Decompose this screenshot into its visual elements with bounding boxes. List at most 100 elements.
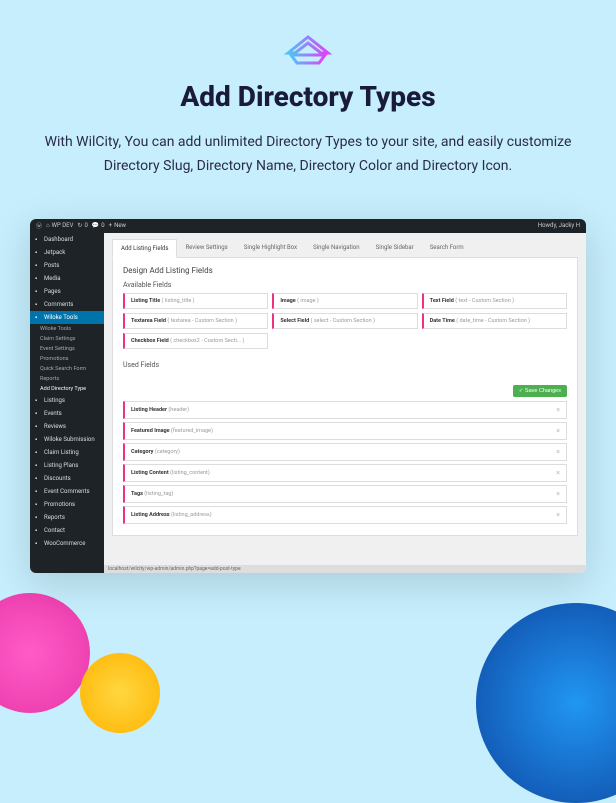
sidebar-item-reviews[interactable]: ▪Reviews <box>30 420 104 433</box>
sidebar-item-label: Reviews <box>44 423 66 430</box>
sidebar-item-label: Media <box>44 275 61 282</box>
used-fields-label: Used Fields <box>123 361 159 369</box>
sidebar-item-contact[interactable]: ▪Contact <box>30 524 104 537</box>
sidebar-item-label: Comments <box>44 301 73 308</box>
sidebar-item-label: Wiloke Tools <box>44 314 78 321</box>
list-icon: ▪ <box>35 397 41 403</box>
close-icon[interactable]: × <box>556 406 560 414</box>
sidebar-item-wiloke-submission[interactable]: ▪Wiloke Submission <box>30 433 104 446</box>
tab-search-form[interactable]: Search Form <box>422 239 472 257</box>
boat-icon <box>283 35 333 65</box>
decor-pink-blob <box>0 593 90 713</box>
close-icon[interactable]: × <box>556 448 560 456</box>
decor-blue-blob <box>476 603 616 803</box>
mail-icon: ▪ <box>35 527 41 533</box>
tabs-nav: Add Listing FieldsReview SettingsSingle … <box>112 239 578 258</box>
sidebar-item-jetpack[interactable]: ▪Jetpack <box>30 246 104 259</box>
sidebar-sub-claim-settings[interactable]: Claim Settings <box>30 334 104 344</box>
sidebar-sub-add-directory-type[interactable]: Add Directory Type <box>30 384 104 394</box>
rep-icon: ▪ <box>35 514 41 520</box>
sidebar-item-event-comments[interactable]: ▪Event Comments <box>30 485 104 498</box>
close-icon[interactable]: × <box>556 469 560 477</box>
sidebar-item-label: Contact <box>44 527 65 534</box>
used-field-item[interactable]: Tags (listing_tag)× <box>123 485 567 503</box>
sidebar-item-pages[interactable]: ▪Pages <box>30 285 104 298</box>
main-content: Add Listing FieldsReview SettingsSingle … <box>104 233 586 573</box>
available-field-card[interactable]: Image ( image ) <box>272 293 417 309</box>
design-heading: Design Add Listing Fields <box>123 266 567 275</box>
close-icon[interactable]: × <box>556 511 560 519</box>
used-field-item[interactable]: Listing Address (listing_address)× <box>123 506 567 524</box>
sidebar-item-listings[interactable]: ▪Listings <box>30 394 104 407</box>
available-fields-label: Available Fields <box>123 281 567 289</box>
sidebar-item-label: Dashboard <box>44 236 73 243</box>
page-icon: ▪ <box>35 288 41 294</box>
sidebar-item-dashboard[interactable]: ▪Dashboard <box>30 233 104 246</box>
tab-single-highlight-box[interactable]: Single Highlight Box <box>236 239 305 257</box>
sidebar-item-claim-listing[interactable]: ▪Claim Listing <box>30 446 104 459</box>
sidebar-item-label: Listing Plans <box>44 462 78 469</box>
sidebar-item-listing-plans[interactable]: ▪Listing Plans <box>30 459 104 472</box>
sidebar-sub-event-settings[interactable]: Event Settings <box>30 344 104 354</box>
wp-adminbar: ⓦ ⌂ WP DEV ↻ 0 💬 0 + New Howdy, Jacky H <box>30 219 586 233</box>
tab-single-navigation[interactable]: Single Navigation <box>305 239 368 257</box>
available-fields-grid: Listing Title ( listing_title )Image ( i… <box>123 293 567 349</box>
close-icon[interactable]: × <box>556 490 560 498</box>
wp-sidebar: ▪Dashboard▪Jetpack▪Posts▪Media▪Pages▪Com… <box>30 233 104 573</box>
hero-title: Add Directory Types <box>30 80 586 113</box>
sidebar-item-wiloke-tools[interactable]: ▪Wiloke Tools <box>30 311 104 324</box>
tab-single-sidebar[interactable]: Single Sidebar <box>368 239 422 257</box>
sidebar-item-woocommerce[interactable]: ▪WooCommerce <box>30 537 104 550</box>
tools-icon: ▪ <box>35 314 41 320</box>
sidebar-sub-promotions[interactable]: Promotions <box>30 354 104 364</box>
hero-subtitle: With WilCity, You can add unlimited Dire… <box>38 131 578 179</box>
sidebar-item-label: Listings <box>44 397 65 404</box>
close-icon[interactable]: × <box>556 427 560 435</box>
sidebar-item-label: Events <box>44 410 62 417</box>
howdy-link[interactable]: Howdy, Jacky H <box>538 222 580 229</box>
sidebar-item-discounts[interactable]: ▪Discounts <box>30 472 104 485</box>
disc-icon: ▪ <box>35 475 41 481</box>
decor-yellow-blob <box>80 653 160 733</box>
available-field-card[interactable]: Date Time ( date_time - Custom Section ) <box>422 313 567 329</box>
available-field-card[interactable]: Textarea Field ( textarea - Custom Secti… <box>123 313 268 329</box>
used-field-item[interactable]: Category (category)× <box>123 443 567 461</box>
sidebar-sub-reports[interactable]: Reports <box>30 374 104 384</box>
sidebar-item-media[interactable]: ▪Media <box>30 272 104 285</box>
sidebar-item-reports[interactable]: ▪Reports <box>30 511 104 524</box>
screenshot-wrapper: ⓦ ⌂ WP DEV ↻ 0 💬 0 + New Howdy, Jacky H … <box>30 219 586 573</box>
site-link[interactable]: ⌂ WP DEV <box>46 222 73 229</box>
star-icon: ▪ <box>35 423 41 429</box>
comments-link[interactable]: 💬 0 <box>92 222 105 229</box>
tab-review-settings[interactable]: Review Settings <box>177 239 235 257</box>
new-link[interactable]: + New <box>109 222 126 229</box>
sidebar-item-events[interactable]: ▪Events <box>30 407 104 420</box>
used-field-item[interactable]: Listing Header (header)× <box>123 401 567 419</box>
sidebar-item-label: Wiloke Submission <box>44 436 95 443</box>
sidebar-item-posts[interactable]: ▪Posts <box>30 259 104 272</box>
sidebar-item-label: WooCommerce <box>44 540 85 547</box>
used-field-item[interactable]: Listing Content (listing_content)× <box>123 464 567 482</box>
claim-icon: ▪ <box>35 449 41 455</box>
available-field-card[interactable]: Listing Title ( listing_title ) <box>123 293 268 309</box>
available-field-card[interactable]: Checkbox Field ( checkbox2 - Custom Sect… <box>123 333 268 349</box>
hero-section: Add Directory Types With WilCity, You ca… <box>0 0 616 199</box>
sidebar-item-comments[interactable]: ▪Comments <box>30 298 104 311</box>
dash-icon: ▪ <box>35 236 41 242</box>
available-field-card[interactable]: Select Field ( select - Custom Section ) <box>272 313 417 329</box>
updates-link[interactable]: ↻ 0 <box>77 222 87 229</box>
sidebar-sub-quick-search-form[interactable]: Quick Search Form <box>30 364 104 374</box>
woo-icon: ▪ <box>35 540 41 546</box>
sidebar-item-label: Event Comments <box>44 488 90 495</box>
sidebar-item-label: Posts <box>44 262 59 269</box>
tab-add-listing-fields[interactable]: Add Listing Fields <box>112 239 177 258</box>
available-field-card[interactable]: Text Field ( text - Custom Section ) <box>422 293 567 309</box>
ec-icon: ▪ <box>35 488 41 494</box>
sidebar-item-promotions[interactable]: ▪Promotions <box>30 498 104 511</box>
used-field-item[interactable]: Featured Image (featured_image)× <box>123 422 567 440</box>
save-changes-button[interactable]: ✓ Save Changes <box>513 385 567 397</box>
sidebar-sub-wiloke-tools[interactable]: Wiloke Tools <box>30 324 104 334</box>
sidebar-item-label: Claim Listing <box>44 449 79 456</box>
wp-logo-icon[interactable]: ⓦ <box>36 221 42 230</box>
sidebar-item-label: Jetpack <box>44 249 65 256</box>
